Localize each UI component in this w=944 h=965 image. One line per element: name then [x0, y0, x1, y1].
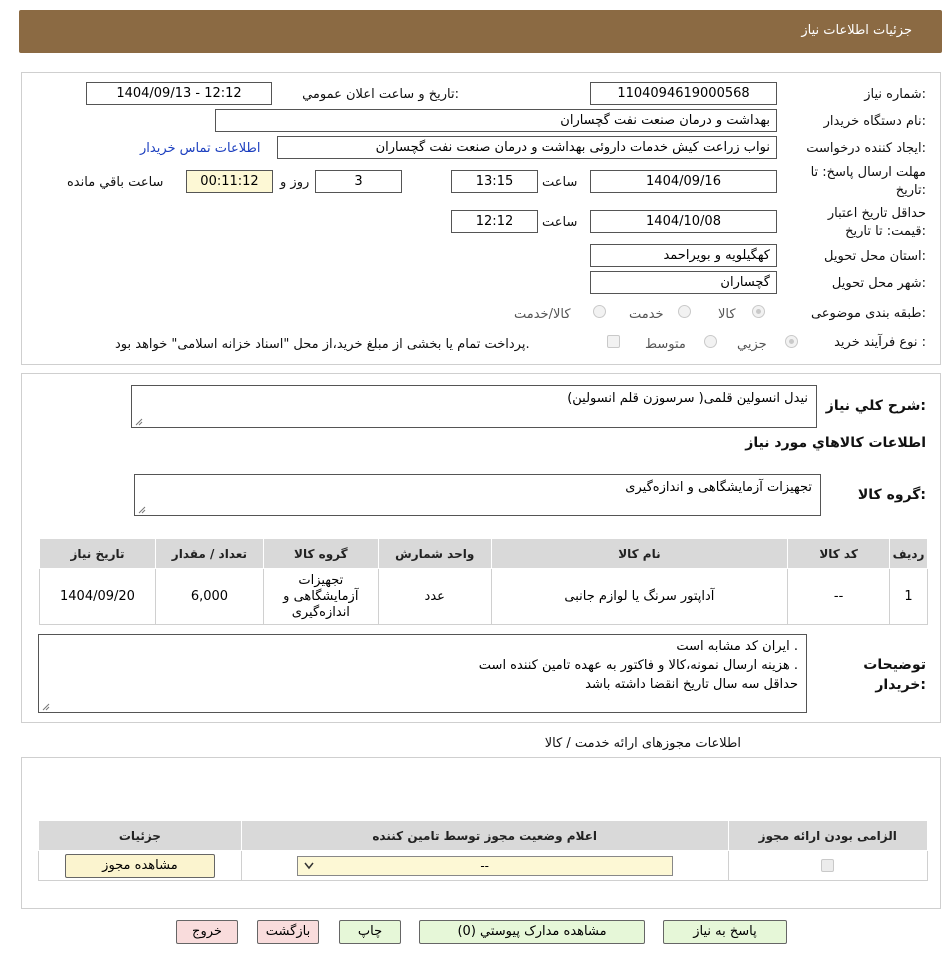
col-header-unit: واحد شمارش — [377, 538, 492, 569]
deadline-date-field: 1404/09/16 — [590, 170, 777, 193]
general-desc-field: نیدل انسولین قلمی( سرسوزن قلم انسولین) — [131, 385, 817, 428]
cell-code: -- — [787, 568, 891, 625]
col-header-code: کد کالا — [787, 538, 891, 569]
table-row: -- مشاهده مجوز — [38, 850, 928, 881]
remaining-time-label: ساعت باقي مانده — [67, 175, 164, 190]
cell-group: تجهیزات آزمایشگاهی و اندازه‌گیری — [262, 568, 379, 625]
items-table: ردیف کد کالا نام کالا واحد شمارش گروه کا… — [39, 538, 928, 625]
province-field: کهگیلویه و بویراحمد — [590, 244, 777, 267]
exit-button[interactable]: خروج — [176, 920, 238, 944]
buyer-org-label: نام دستگاه خریدار: — [823, 114, 926, 129]
col-header-row-number: ردیف — [889, 538, 928, 569]
announce-datetime-field: 1404/09/13 - 12:12 — [86, 82, 272, 105]
process-minor-label: جزيي — [737, 337, 767, 352]
view-attachments-button[interactable]: مشاهده مدارک پیوستي (0) — [419, 920, 645, 944]
city-field: گچساران — [590, 271, 777, 294]
permits-table: الزامی بودن ارائه مجوز اعلام وضعیت مجوز … — [38, 820, 928, 881]
buyer-notes-line: هزینه ارسال نمونه،کالا و فاکتور به عهده … — [478, 658, 798, 673]
category-radio-goods[interactable] — [752, 305, 765, 318]
page-header: جزئیات اطلاعات نیاز — [19, 10, 942, 53]
category-radio-goods-service[interactable] — [593, 305, 606, 318]
permit-status-select[interactable]: -- — [296, 855, 673, 876]
resize-grip-icon — [138, 506, 146, 514]
buyer-contact-link[interactable]: اطلاعات تماس خریدار — [140, 141, 260, 156]
deadline-days-label: روز و — [280, 175, 310, 190]
col-header-date: تاریخ نیاز — [39, 538, 156, 569]
resize-grip-icon — [135, 418, 143, 426]
treasury-checkbox[interactable] — [607, 335, 620, 348]
buyer-notes-label: توضیحات خریدار: — [863, 657, 926, 693]
deadline-time-label: ساعت — [542, 175, 578, 190]
reply-button[interactable]: پاسخ به نیاز — [663, 920, 787, 944]
process-radio-medium[interactable] — [704, 335, 717, 348]
buyer-org-field: بهداشت و درمان صنعت نفت گچساران — [215, 109, 777, 132]
remaining-time-field: 00:11:12 — [186, 170, 273, 193]
cell-row-number: 1 — [889, 568, 928, 625]
chevron-down-icon — [304, 862, 314, 869]
general-desc-text: نیدل انسولین قلمی( سرسوزن قلم انسولین) — [567, 391, 808, 406]
treasury-note: پرداخت تمام یا بخشی از مبلغ خرید،از محل … — [115, 337, 530, 352]
col-header-qty: تعداد / مقدار — [154, 538, 264, 569]
table-row: 1 -- آداپتور سرنگ یا لوازم جانبی عدد تجه… — [39, 568, 928, 625]
deadline-days-field: 3 — [315, 170, 402, 193]
price-validity-date-field: 1404/10/08 — [590, 210, 777, 233]
city-label: شهر محل تحویل: — [831, 276, 926, 291]
permits-title: اطلاعات مجوزهای ارائه خدمت / کالا — [544, 736, 741, 751]
print-button[interactable]: چاپ — [339, 920, 401, 944]
goods-group-field: تجهیزات آزمایشگاهی و اندازه‌گیری — [134, 474, 821, 516]
category-radio-service[interactable] — [678, 305, 691, 318]
category-service-label: خدمت — [629, 307, 664, 322]
permits-col-status: اعلام وضعیت مجوز توسط تامین کننده — [240, 820, 729, 851]
category-goods-label: کالا — [718, 307, 736, 322]
buyer-notes-field: ایران کد مشابه است . هزینه ارسال نمونه،ک… — [38, 634, 807, 713]
announce-datetime-label: تاریخ و ساعت اعلان عمومي: — [302, 87, 459, 102]
province-label: استان محل تحویل: — [824, 249, 926, 264]
deadline-time-field: 13:15 — [451, 170, 538, 193]
goods-group-label: گروه کالا: — [857, 487, 926, 503]
permits-col-required: الزامی بودن ارائه مجوز — [727, 820, 928, 851]
price-validity-time-field: 12:12 — [451, 210, 538, 233]
view-permit-button[interactable]: مشاهده مجوز — [64, 853, 215, 878]
need-number-label: شماره نیاز: — [864, 87, 926, 102]
back-button[interactable]: بازگشت — [257, 920, 319, 944]
purchase-process-label: نوع فرآیند خرید : — [834, 335, 926, 350]
process-radio-minor[interactable] — [785, 335, 798, 348]
cell-date: 1404/09/20 — [39, 568, 156, 625]
permit-required-checkbox[interactable] — [821, 859, 835, 872]
cell-name: آداپتور سرنگ یا لوازم جانبی — [490, 568, 789, 625]
general-desc-label: شرح کلي نیاز: — [825, 398, 926, 414]
requester-label: ایجاد کننده درخواست: — [806, 141, 926, 156]
buyer-notes-line: حداقل سه سال تاریخ انقضا داشته باشد — [585, 677, 798, 692]
col-header-name: نام کالا — [490, 538, 789, 569]
need-number-field: 1104094619000568 — [590, 82, 777, 105]
requester-field: نواب زراعت کیش خدمات داروئی بهداشت و درم… — [277, 136, 777, 159]
buyer-notes-line: ایران کد مشابه است . — [676, 639, 798, 654]
col-header-group: گروه کالا — [262, 538, 379, 569]
permits-col-details: جزئیات — [38, 820, 242, 851]
goods-group-text: تجهیزات آزمایشگاهی و اندازه‌گیری — [625, 480, 812, 495]
goods-info-title: اطلاعات کالاهاي مورد نياز — [745, 435, 926, 451]
process-medium-label: متوسط — [645, 337, 686, 352]
cell-unit: عدد — [377, 568, 492, 625]
price-validity-time-label: ساعت — [542, 215, 578, 230]
page-title: جزئیات اطلاعات نیاز — [801, 23, 912, 38]
resize-grip-icon — [42, 703, 50, 711]
price-validity-label: حداقل تاریخ اعتبار قیمت: تا تاریخ: — [827, 206, 926, 239]
deadline-label: مهلت ارسال پاسخ: تا تاریخ: — [810, 165, 926, 198]
category-label: طبقه بندی موضوعی: — [810, 306, 926, 321]
permit-status-value: -- — [480, 858, 489, 873]
category-goods-service-label: کالا/خدمت — [514, 307, 571, 322]
cell-qty: 6,000 — [154, 568, 264, 625]
